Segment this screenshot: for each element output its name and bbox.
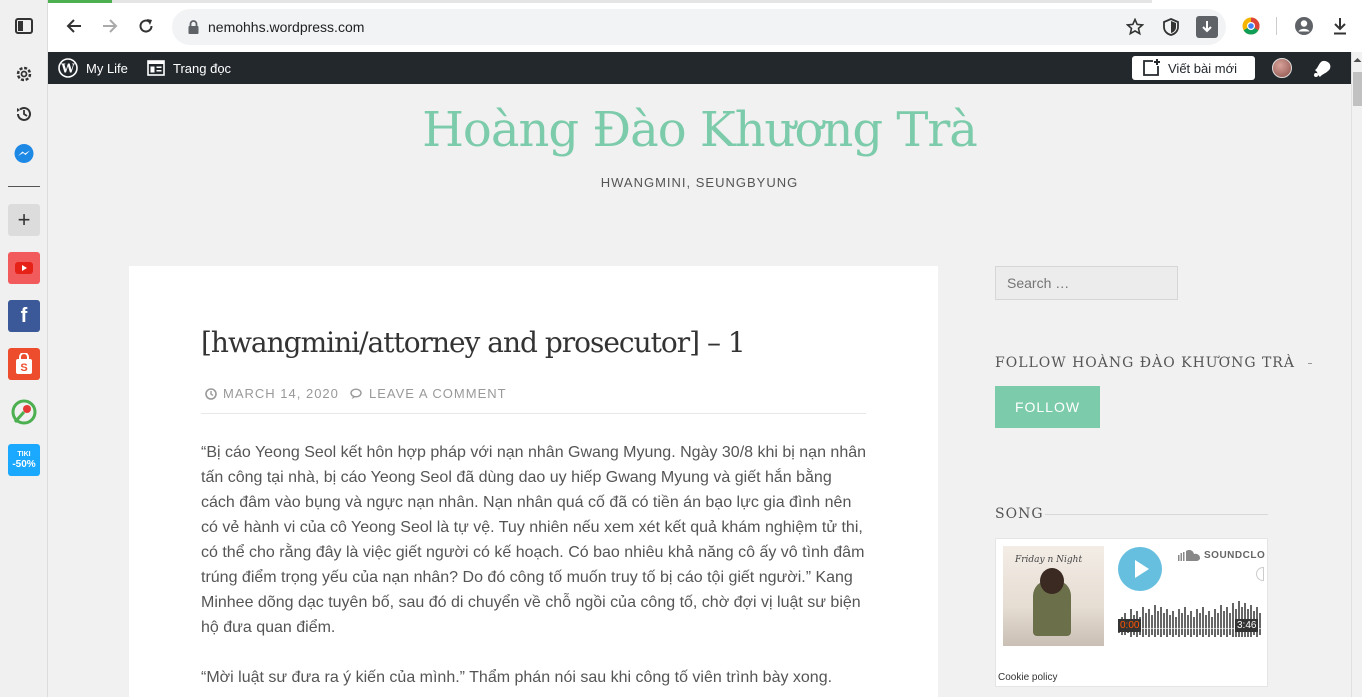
notifications-bell-icon[interactable] (1312, 58, 1332, 78)
add-post-icon (1143, 59, 1160, 76)
shield-icon[interactable] (1160, 16, 1182, 38)
history-icon[interactable] (8, 98, 40, 130)
scroll-up-arrow-icon[interactable] (1353, 56, 1362, 64)
my-site-link[interactable]: W My Life (58, 52, 128, 84)
play-button[interactable] (1118, 547, 1162, 591)
reader-icon (147, 60, 165, 76)
my-site-label: My Life (86, 60, 128, 76)
write-post-label: Viết bài mới (1168, 60, 1237, 76)
leave-comment-label: LEAVE A COMMENT (369, 386, 507, 401)
post-content: “Bị cáo Yeong Seol kết hôn hợp pháp với … (201, 440, 866, 697)
reader-label: Trang đọc (173, 60, 232, 76)
soundcloud-player[interactable]: Friday n Night SOUNDCLO 0:00 3:46 Cookie… (995, 538, 1268, 687)
post-paragraph: “Bị cáo Yeong Seol kết hôn hợp pháp với … (201, 444, 867, 636)
soundcloud-brand[interactable]: SOUNDCLO (1178, 549, 1265, 561)
add-app-icon[interactable]: + (8, 204, 40, 236)
account-icon[interactable] (1292, 14, 1316, 38)
app-leaf-icon[interactable] (8, 396, 40, 428)
cookie-policy-link[interactable]: Cookie policy (998, 672, 1057, 683)
artwork-figure-head (1040, 568, 1064, 594)
follow-widget-title-text: FOLLOW HOÀNG ĐÀO KHƯƠNG TRÀ (995, 355, 1295, 371)
download-extension-icon[interactable] (1196, 16, 1218, 38)
url-text[interactable]: nemohhs.wordpress.com (208, 19, 364, 35)
bookmark-star-icon[interactable] (1124, 16, 1146, 38)
settings-gear-icon[interactable] (8, 58, 40, 90)
post-meta: MARCH 14, 2020 LEAVE A COMMENT (201, 386, 866, 414)
track-artwork[interactable]: Friday n Night (1003, 546, 1104, 646)
svg-text:S: S (20, 362, 27, 374)
messenger-icon[interactable] (8, 138, 40, 170)
wp-admin-bar: W My Life Trang đọc Viết bài mới (48, 52, 1351, 84)
browser-sidebar: + f S TIKI -50% (0, 0, 48, 697)
svg-text:W: W (60, 62, 75, 76)
scrollbar-thumb[interactable] (1353, 72, 1362, 106)
comment-icon (350, 388, 362, 399)
follow-title-rule (1308, 362, 1313, 364)
clock-icon (205, 387, 217, 400)
total-duration: 3:46 (1235, 619, 1259, 632)
leave-comment-link[interactable]: LEAVE A COMMENT (350, 386, 507, 401)
song-widget-title: SONG (995, 506, 1044, 522)
follow-widget-title: FOLLOW HOÀNG ĐÀO KHƯƠNG TRÀ (995, 355, 1313, 371)
write-post-button[interactable]: Viết bài mới (1132, 56, 1255, 80)
facebook-icon[interactable]: f (8, 300, 40, 332)
tiki-icon[interactable]: TIKI -50% (8, 444, 40, 476)
post-paragraph: “Mời luật sư đưa ra ý kiến của mình.” Th… (201, 669, 833, 686)
post-date: MARCH 14, 2020 (223, 386, 339, 401)
page-scrollbar[interactable] (1351, 52, 1362, 697)
sidebar-divider (8, 186, 40, 187)
reader-link[interactable]: Trang đọc (147, 52, 231, 84)
post-date-link[interactable]: MARCH 14, 2020 (205, 386, 339, 401)
forward-arrow-icon[interactable] (96, 12, 124, 40)
sidebar-toggle-icon[interactable] (8, 10, 40, 42)
lock-icon[interactable] (182, 16, 204, 38)
shopee-icon[interactable]: S (8, 348, 40, 380)
artwork-text: Friday n Night (1015, 555, 1083, 565)
song-title-rule (1045, 514, 1268, 515)
user-avatar[interactable] (1272, 58, 1292, 78)
address-bar[interactable]: nemohhs.wordpress.com (172, 9, 1226, 45)
wordpress-logo-icon: W (58, 58, 78, 78)
share-menu-tab[interactable] (1256, 567, 1264, 581)
youtube-icon[interactable] (8, 252, 40, 284)
soundcloud-logo-icon (1178, 550, 1200, 561)
follow-button[interactable]: FOLLOW (995, 386, 1100, 428)
search-input[interactable] (995, 266, 1178, 300)
reload-icon[interactable] (132, 12, 160, 40)
site-title[interactable]: Hoàng Đào Khương Trà (48, 102, 1351, 158)
tab-load-indicator (48, 0, 112, 3)
post-article: [hwangmini/attorney and prosecutor] – 1 … (129, 266, 938, 697)
tiki-discount: -50% (12, 459, 36, 470)
toolbar-divider (1276, 17, 1277, 35)
post-title[interactable]: [hwangmini/attorney and prosecutor] – 1 (201, 326, 746, 359)
tab-strip (112, 0, 1152, 3)
site-description: HWANGMINI, SEUNGBYUNG (600, 175, 799, 190)
current-time: 0:00 (1118, 619, 1142, 632)
play-icon (1135, 560, 1149, 578)
chrome-extension-icon[interactable] (1239, 14, 1263, 38)
back-arrow-icon[interactable] (60, 12, 88, 40)
downloads-icon[interactable] (1328, 14, 1352, 38)
soundcloud-brand-label: SOUNDCLO (1204, 549, 1266, 561)
